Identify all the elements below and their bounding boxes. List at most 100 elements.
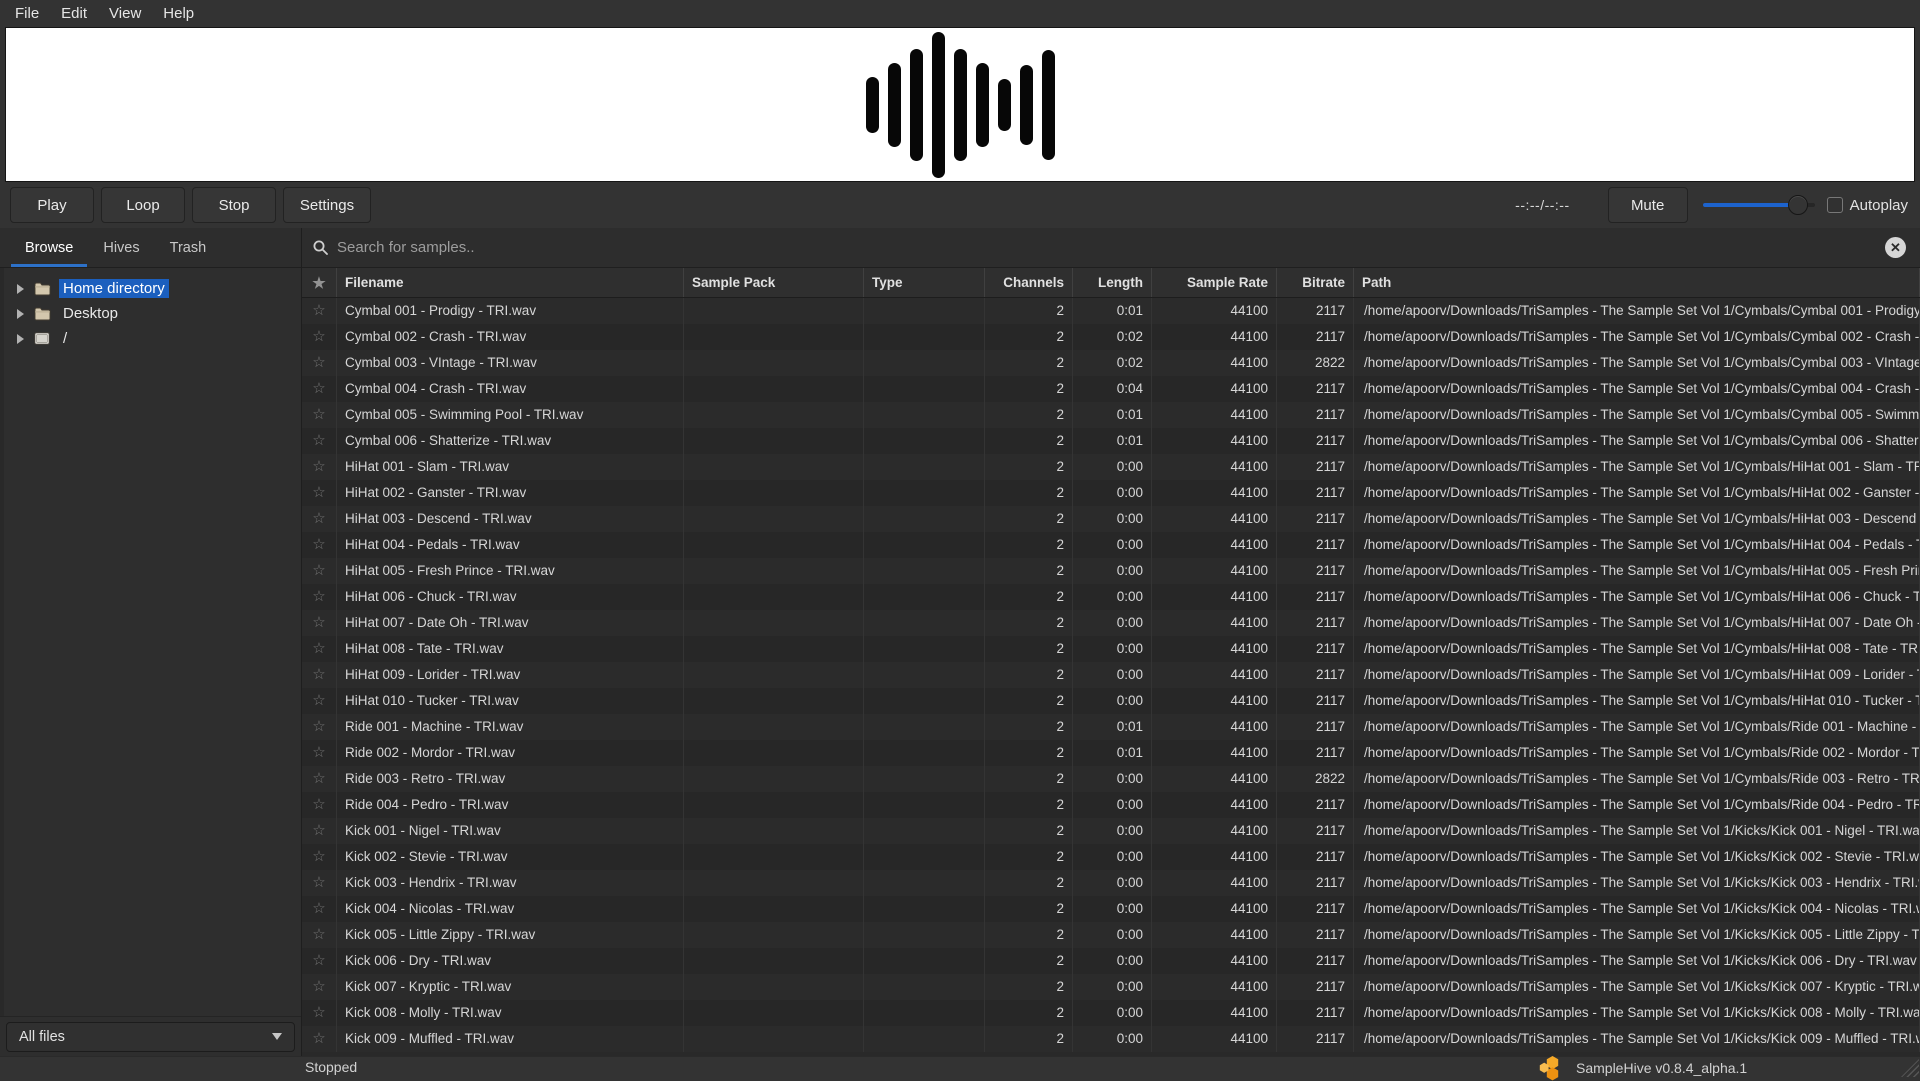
menu-item-file[interactable]: File [4,2,50,25]
column-header-channels[interactable]: Channels [985,268,1073,297]
table-row[interactable]: ☆Kick 006 - Dry - TRI.wav20:00441002117/… [302,948,1920,974]
volume-slider[interactable] [1703,194,1815,216]
table-row[interactable]: ☆HiHat 008 - Tate - TRI.wav20:0044100211… [302,636,1920,662]
favorite-star-icon[interactable]: ☆ [312,952,325,969]
clear-search-icon[interactable]: ✕ [1885,237,1906,258]
column-header-bitrate[interactable]: Bitrate [1277,268,1354,297]
table-row[interactable]: ☆Kick 003 - Hendrix - TRI.wav20:00441002… [302,870,1920,896]
resize-grip[interactable] [1901,1059,1919,1077]
favorite-star-icon[interactable]: ☆ [312,874,325,891]
column-header-filename[interactable]: Filename [337,268,684,297]
table-row[interactable]: ☆HiHat 001 - Slam - TRI.wav20:0044100211… [302,454,1920,480]
column-header-sample_pack[interactable]: Sample Pack [684,268,864,297]
column-header-path[interactable]: Path [1354,268,1920,297]
table-row[interactable]: ☆HiHat 010 - Tucker - TRI.wav20:00441002… [302,688,1920,714]
loop-button[interactable]: Loop [101,187,185,223]
favorite-star-icon[interactable]: ☆ [312,458,325,475]
table-row[interactable]: ☆Kick 004 - Nicolas - TRI.wav20:00441002… [302,896,1920,922]
column-header-type[interactable]: Type [864,268,985,297]
favorite-star-icon[interactable]: ☆ [312,510,325,527]
favorite-star-icon[interactable]: ☆ [312,354,325,371]
table-row[interactable]: ☆HiHat 003 - Descend - TRI.wav20:0044100… [302,506,1920,532]
favorite-star-icon[interactable]: ☆ [312,562,325,579]
column-header-favorite[interactable]: ★ [302,268,337,297]
tree-item-desktop[interactable]: Desktop [4,301,301,326]
table-row[interactable]: ☆Kick 001 - Nigel - TRI.wav20:0044100211… [302,818,1920,844]
favorite-star-icon[interactable]: ☆ [312,406,325,423]
table-row[interactable]: ☆HiHat 005 - Fresh Prince - TRI.wav20:00… [302,558,1920,584]
stop-button[interactable]: Stop [192,187,276,223]
tab-hives[interactable]: Hives [88,228,154,267]
table-row[interactable]: ☆HiHat 006 - Chuck - TRI.wav20:004410021… [302,584,1920,610]
cell-channels: 2 [985,298,1073,324]
settings-button[interactable]: Settings [283,187,371,223]
favorite-star-icon[interactable]: ☆ [312,796,325,813]
table-row[interactable]: ☆Kick 009 - Muffled - TRI.wav20:00441002… [302,1026,1920,1052]
expand-arrow-icon[interactable] [17,309,24,319]
menu-item-edit[interactable]: Edit [50,2,98,25]
tree-item-home-directory[interactable]: Home directory [4,276,301,301]
favorite-star-icon[interactable]: ☆ [312,432,325,449]
cell-filename: Ride 004 - Pedro - TRI.wav [337,792,684,818]
favorite-star-icon[interactable]: ☆ [312,328,325,345]
play-button[interactable]: Play [10,187,94,223]
table-row[interactable]: ☆Cymbal 006 - Shatterize - TRI.wav20:014… [302,428,1920,454]
table-row[interactable]: ☆HiHat 007 - Date Oh - TRI.wav20:0044100… [302,610,1920,636]
favorite-star-icon[interactable]: ☆ [312,926,325,943]
favorite-star-icon[interactable]: ☆ [312,1030,325,1047]
table-row[interactable]: ☆HiHat 009 - Lorider - TRI.wav20:0044100… [302,662,1920,688]
tab-browse[interactable]: Browse [10,228,88,267]
menu-item-view[interactable]: View [98,2,152,25]
table-row[interactable]: ☆Kick 005 - Little Zippy - TRI.wav20:004… [302,922,1920,948]
table-row[interactable]: ☆Ride 003 - Retro - TRI.wav20:0044100282… [302,766,1920,792]
waveform-display[interactable] [5,27,1915,182]
favorite-star-icon[interactable]: ☆ [312,978,325,995]
table-row[interactable]: ☆Ride 002 - Mordor - TRI.wav20:014410021… [302,740,1920,766]
table-row[interactable]: ☆HiHat 004 - Pedals - TRI.wav20:00441002… [302,532,1920,558]
tree-item-root[interactable]: / [4,326,301,351]
table-row[interactable]: ☆Ride 001 - Machine - TRI.wav20:01441002… [302,714,1920,740]
table-row[interactable]: ☆HiHat 002 - Ganster - TRI.wav20:0044100… [302,480,1920,506]
search-icon [312,239,329,256]
favorite-star-icon[interactable]: ☆ [312,692,325,709]
favorite-star-icon[interactable]: ☆ [312,588,325,605]
cell-bitrate: 2117 [1277,688,1354,714]
cell-sample-rate: 44100 [1152,402,1277,428]
expand-arrow-icon[interactable] [17,284,24,294]
table-row[interactable]: ☆Cymbal 001 - Prodigy - TRI.wav20:014410… [302,298,1920,324]
favorite-star-icon[interactable]: ☆ [312,718,325,735]
favorite-star-icon[interactable]: ☆ [312,484,325,501]
favorite-star-icon[interactable]: ☆ [312,536,325,553]
favorite-star-icon[interactable]: ☆ [312,640,325,657]
favorite-star-icon[interactable]: ☆ [312,900,325,917]
mute-button[interactable]: Mute [1608,187,1688,223]
table-row[interactable]: ☆Cymbal 003 - VIntage - TRI.wav20:024410… [302,350,1920,376]
table-row[interactable]: ☆Kick 002 - Stevie - TRI.wav20:004410021… [302,844,1920,870]
file-filter-dropdown[interactable]: All files [6,1022,295,1052]
table-row[interactable]: ☆Cymbal 005 - Swimming Pool - TRI.wav20:… [302,402,1920,428]
volume-slider-knob[interactable] [1788,195,1808,215]
favorite-star-icon[interactable]: ☆ [312,744,325,761]
favorite-star-icon[interactable]: ☆ [312,770,325,787]
autoplay-checkbox[interactable] [1827,197,1843,213]
favorite-star-icon[interactable]: ☆ [312,302,325,319]
favorite-star-icon[interactable]: ☆ [312,380,325,397]
column-header-sample_rate[interactable]: Sample Rate [1152,268,1277,297]
search-input[interactable] [337,239,1885,256]
table-row[interactable]: ☆Ride 004 - Pedro - TRI.wav20:0044100211… [302,792,1920,818]
table-row[interactable]: ☆Kick 008 - Molly - TRI.wav20:0044100211… [302,1000,1920,1026]
favorite-star-icon[interactable]: ☆ [312,848,325,865]
column-header-length[interactable]: Length [1073,268,1152,297]
table-row[interactable]: ☆Kick 007 - Kryptic - TRI.wav20:00441002… [302,974,1920,1000]
favorite-star-icon[interactable]: ☆ [312,1004,325,1021]
tab-trash[interactable]: Trash [155,228,222,267]
cell-sample-rate: 44100 [1152,376,1277,402]
expand-arrow-icon[interactable] [17,334,24,344]
favorite-star-icon[interactable]: ☆ [312,666,325,683]
favorite-star-icon[interactable]: ☆ [312,822,325,839]
table-row[interactable]: ☆Cymbal 004 - Crash - TRI.wav20:04441002… [302,376,1920,402]
favorite-star-icon[interactable]: ☆ [312,614,325,631]
menu-item-help[interactable]: Help [152,2,205,25]
cell-path: /home/apoorv/Downloads/TriSamples - The … [1354,974,1920,1000]
table-row[interactable]: ☆Cymbal 002 - Crash - TRI.wav20:02441002… [302,324,1920,350]
